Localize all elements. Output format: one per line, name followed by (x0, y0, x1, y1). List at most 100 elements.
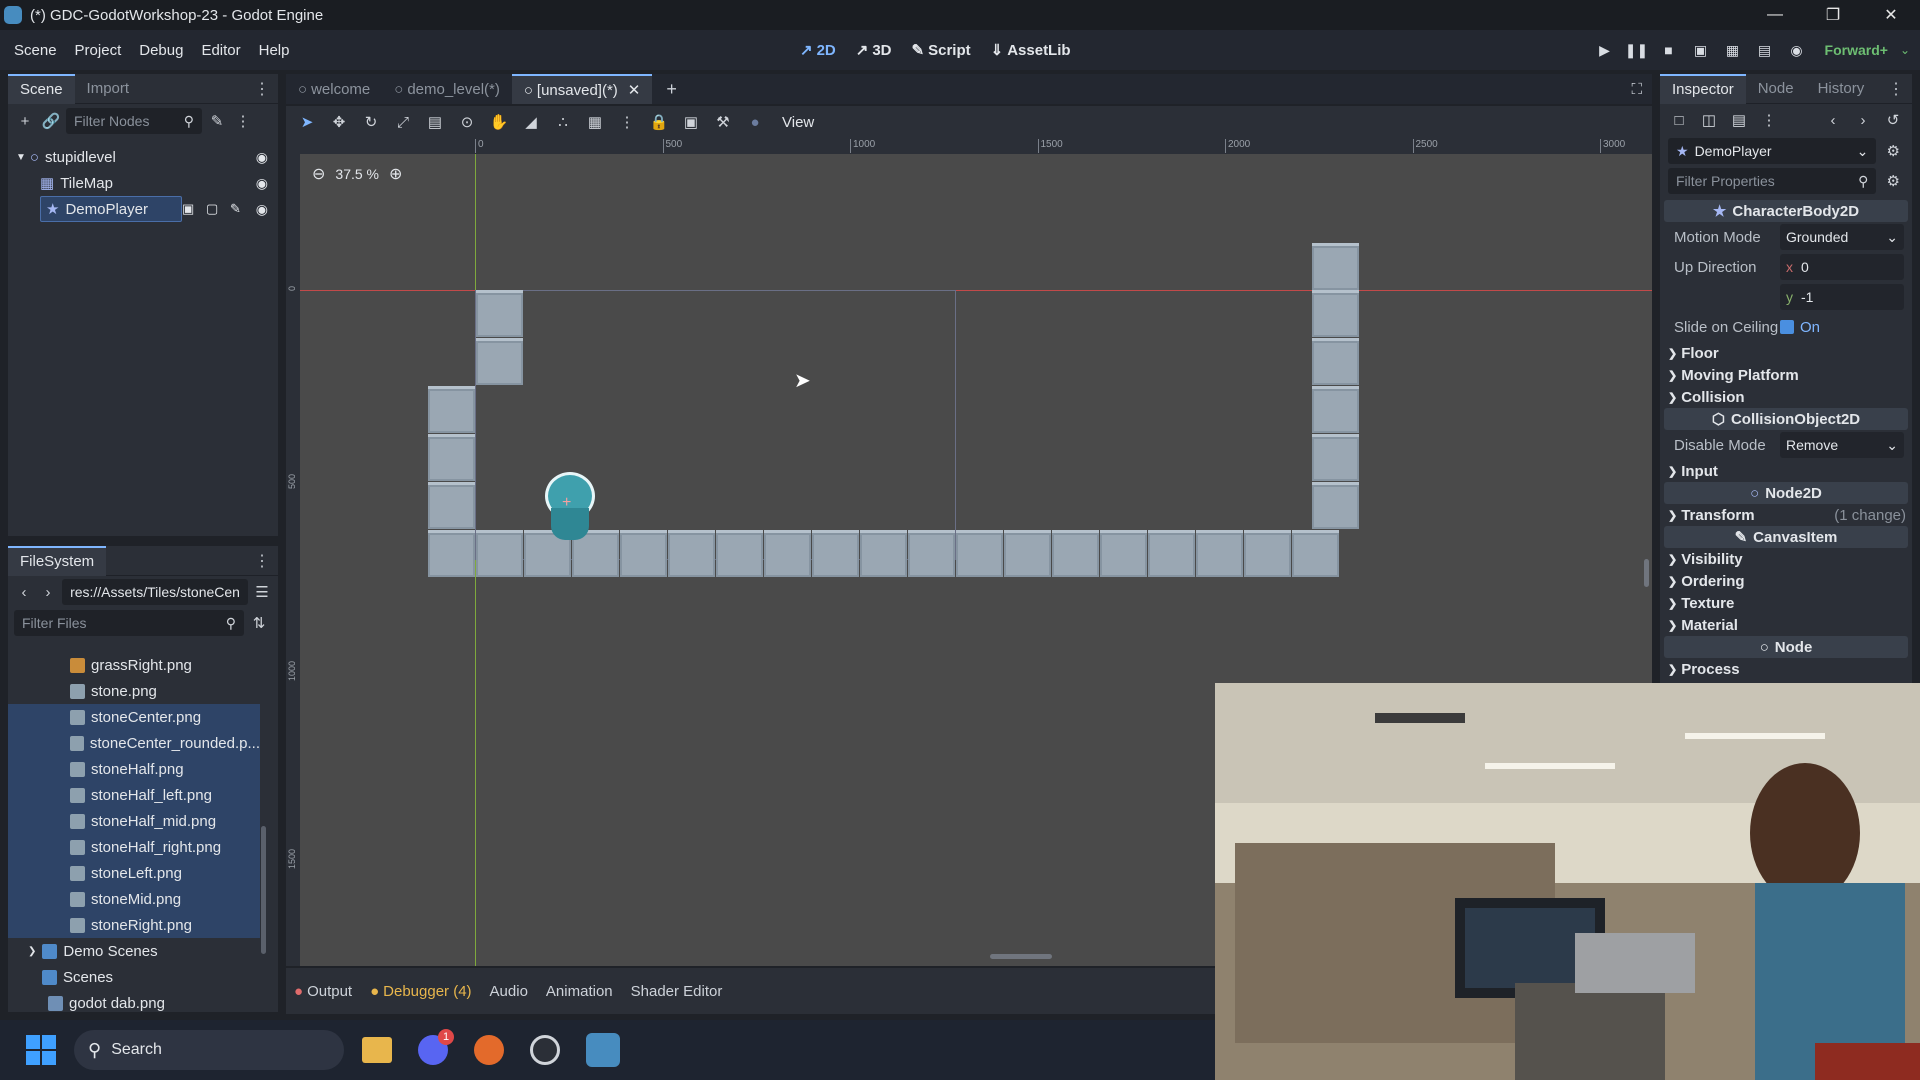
tab-demo-level[interactable]: ○ demo_level(*) (382, 74, 512, 104)
filter-files-input[interactable]: Filter Files ⚲ (14, 610, 244, 636)
node-settings-icon[interactable]: ⚙ (1882, 140, 1904, 162)
tab-inspector[interactable]: Inspector (1660, 74, 1746, 104)
script-icon[interactable]: ✎ (230, 201, 241, 217)
smart-snap-icon[interactable]: ∴ (552, 111, 574, 133)
path-field[interactable]: res://Assets/Tiles/stoneCen (62, 579, 248, 605)
distraction-free-icon[interactable]: ⛶ (1631, 81, 1642, 98)
open-folder-icon[interactable]: ◫ (1698, 109, 1720, 131)
section-input[interactable]: ❯ Input (1660, 460, 1912, 482)
stop-icon[interactable]: ■ (1659, 40, 1679, 60)
add-tab-icon[interactable]: + (666, 79, 677, 100)
zoom-level[interactable]: 37.5 % (335, 166, 379, 182)
clapper-icon[interactable]: ▢ (206, 201, 218, 217)
close-icon[interactable]: ✕ (1862, 0, 1920, 30)
property-options-icon[interactable]: ⚙ (1882, 170, 1904, 192)
play-icon[interactable]: ▶ (1595, 40, 1615, 60)
up-direction-y-field[interactable]: y -1 (1780, 284, 1904, 310)
group-icon[interactable]: ▣ (680, 111, 702, 133)
restore-icon[interactable]: ❐ (1804, 0, 1862, 30)
mode-2d-button[interactable]: ↗ 2D (800, 41, 836, 60)
file-item[interactable]: stoneCenter.png (8, 704, 260, 730)
skeleton-icon[interactable]: ⚒ (712, 111, 734, 133)
pan-tool-icon[interactable]: ✋ (488, 111, 510, 133)
rotate-tool-icon[interactable]: ↻ (360, 111, 382, 133)
add-node-icon[interactable]: + (14, 110, 36, 132)
sort-icon[interactable]: ⇅ (248, 612, 270, 634)
mode-assetlib-button[interactable]: ⇓ AssetLib (991, 41, 1071, 60)
file-item[interactable]: stoneHalf_left.png (8, 782, 260, 808)
pivot-tool-icon[interactable]: ⊙ (456, 111, 478, 133)
menu-debug[interactable]: Debug (130, 42, 192, 59)
filesystem-scrollbar[interactable] (261, 826, 266, 954)
section-texture[interactable]: ❯ Texture (1660, 592, 1912, 614)
disable-mode-select[interactable]: Remove ⌄ (1780, 432, 1904, 458)
tab-output[interactable]: ● Output (294, 983, 352, 1000)
play-scene-icon[interactable]: ▦ (1723, 40, 1743, 60)
select-tool-icon[interactable]: ➤ (296, 111, 318, 133)
file-item[interactable]: grassRight.png (8, 652, 278, 678)
file-item[interactable]: stoneHalf.png (8, 756, 260, 782)
section-visibility[interactable]: ❯ Visibility (1660, 548, 1912, 570)
firefox-icon[interactable] (474, 1035, 504, 1065)
menu-project[interactable]: Project (66, 42, 131, 59)
renderer-select[interactable]: Forward+ (1825, 42, 1888, 58)
tab-history[interactable]: History (1806, 74, 1877, 104)
menu-help[interactable]: Help (250, 42, 299, 59)
kebab-menu-icon[interactable]: ⋮ (1888, 79, 1904, 99)
discord-icon[interactable]: 1 (418, 1029, 454, 1065)
filter-properties-input[interactable]: Filter Properties ⚲ (1668, 168, 1877, 194)
file-item[interactable]: stoneHalf_mid.png (8, 808, 260, 834)
forward-arrow-icon[interactable]: › (1852, 109, 1874, 131)
file-item[interactable]: stoneCenter_rounded.p... (8, 730, 260, 756)
up-direction-x-field[interactable]: x0 (1780, 254, 1904, 280)
view-menu[interactable]: View (782, 114, 814, 131)
tree-node-tilemap[interactable]: ▦ TileMap ◉ (8, 170, 278, 196)
tab-debugger[interactable]: ● Debugger (4) (370, 983, 471, 1000)
tree-node-stupidlevel[interactable]: ▼ ○ stupidlevel ◉ (8, 144, 278, 170)
grid-snap-icon[interactable]: ▦ (584, 111, 606, 133)
tab-filesystem[interactable]: FileSystem (8, 546, 107, 576)
split-view-icon[interactable]: ☰ (252, 581, 272, 603)
motion-mode-select[interactable]: Grounded ⌄ (1780, 224, 1904, 250)
ruler-tool-icon[interactable]: ◢ (520, 111, 542, 133)
folder-item[interactable]: ❯ Demo Scenes (8, 938, 278, 964)
file-item[interactable]: stoneHalf_right.png (8, 834, 260, 860)
forward-arrow-icon[interactable]: › (38, 581, 58, 603)
move-tool-icon[interactable]: ✥ (328, 111, 350, 133)
tree-node-demoplayer[interactable]: ★ DemoPlayer ▣ ▢ ✎ ◉ (8, 196, 278, 222)
file-explorer-icon[interactable] (362, 1037, 392, 1063)
obs-icon[interactable] (530, 1035, 560, 1065)
save-icon[interactable]: ▤ (1728, 109, 1750, 131)
lock-icon[interactable]: 🔒 (648, 111, 670, 133)
remote-debug-icon[interactable]: ▣ (1691, 40, 1711, 60)
horizontal-scrollbar[interactable] (990, 954, 1052, 959)
file-item[interactable]: stoneRight.png (8, 912, 260, 938)
tab-animation[interactable]: Animation (546, 983, 613, 1000)
vertical-scrollbar[interactable] (1644, 559, 1649, 587)
mode-3d-button[interactable]: ↗ 3D (856, 41, 892, 60)
section-transform[interactable]: ❯ Transform (1 change) (1660, 504, 1912, 526)
tab-shader-editor[interactable]: Shader Editor (631, 983, 723, 1000)
kebab-menu-icon[interactable]: ⋮ (254, 551, 270, 571)
kebab-menu-icon[interactable]: ⋮ (1758, 109, 1780, 131)
demo-player-sprite[interactable]: + (545, 472, 595, 542)
section-moving-platform[interactable]: ❯ Moving Platform (1660, 364, 1912, 386)
attach-script-icon[interactable]: ✎ (206, 110, 228, 132)
scale-tool-icon[interactable]: ⤢ (392, 111, 414, 133)
section-ordering[interactable]: ❯ Ordering (1660, 570, 1912, 592)
list-select-icon[interactable]: ▤ (424, 111, 446, 133)
close-tab-icon[interactable]: ✕ (628, 81, 641, 99)
new-resource-icon[interactable]: □ (1668, 109, 1690, 131)
kebab-menu-icon[interactable]: ⋮ (616, 111, 638, 133)
tab-unsaved[interactable]: ○ [unsaved](*) ✕ (511, 74, 653, 104)
file-item[interactable]: stoneLeft.png (8, 860, 260, 886)
filter-nodes-input[interactable]: Filter Nodes ⚲ (66, 108, 202, 134)
camera-override-icon[interactable]: ● (744, 111, 766, 133)
tab-import[interactable]: Import (75, 74, 142, 104)
section-material[interactable]: ❯ Material (1660, 614, 1912, 636)
mode-script-button[interactable]: ✎ Script (912, 41, 971, 60)
tab-scene[interactable]: Scene (8, 73, 75, 104)
visibility-eye-icon[interactable]: ◉ (256, 149, 268, 166)
section-floor[interactable]: ❯ Floor (1660, 342, 1912, 364)
visibility-eye-icon[interactable]: ◉ (256, 175, 268, 192)
